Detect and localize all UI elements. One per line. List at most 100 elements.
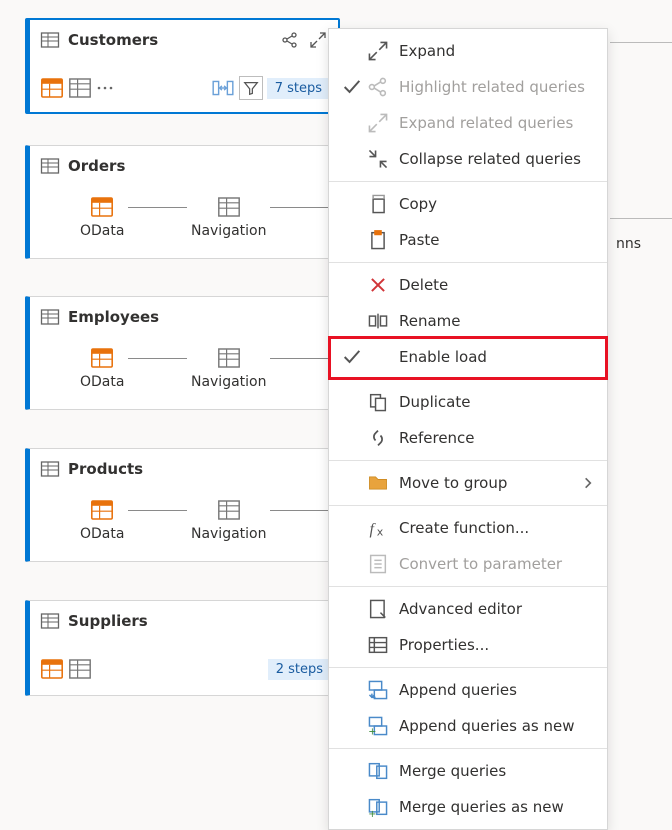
menu-separator <box>329 586 607 587</box>
menu-properties[interactable]: Properties... <box>329 627 607 663</box>
check-icon <box>341 76 363 98</box>
step-label: OData <box>80 223 124 239</box>
menu-append-queries[interactable]: Append queries <box>329 672 607 708</box>
more-icon[interactable] <box>96 78 114 98</box>
step-label: Navigation <box>191 223 267 239</box>
table-data-icon[interactable] <box>40 76 64 100</box>
delete-icon <box>367 274 389 296</box>
share-icon[interactable] <box>280 30 300 50</box>
table-icon <box>40 156 60 176</box>
merge-columns-icon[interactable] <box>211 76 235 100</box>
table-icon <box>40 459 60 479</box>
card-title: Products <box>68 460 329 478</box>
menu-append-queries-as-new[interactable]: + Append queries as new <box>329 708 607 744</box>
editor-icon <box>367 598 389 620</box>
connector-line <box>128 358 187 359</box>
expand-icon[interactable] <box>308 30 328 50</box>
menu-separator <box>329 748 607 749</box>
step-label: Navigation <box>191 526 267 542</box>
duplicate-icon <box>367 391 389 413</box>
table-icon <box>40 307 60 327</box>
table-icon <box>40 611 60 631</box>
svg-text:+: + <box>368 727 376 737</box>
svg-text:x: x <box>377 525 384 538</box>
parameter-icon <box>367 553 389 575</box>
menu-rename[interactable]: Rename <box>329 303 607 339</box>
query-card-products[interactable]: Products OData Navigation <box>25 448 340 562</box>
svg-text:f: f <box>369 521 376 538</box>
menu-convert-to-parameter[interactable]: Convert to parameter <box>329 546 607 582</box>
append-new-icon: + <box>367 715 389 737</box>
share-icon <box>367 76 389 98</box>
step-label: OData <box>80 526 124 542</box>
merge-icon <box>367 760 389 782</box>
connector-line <box>128 510 187 511</box>
menu-reference[interactable]: Reference <box>329 420 607 456</box>
chevron-right-icon <box>581 476 595 490</box>
menu-separator <box>329 460 607 461</box>
rename-icon <box>367 310 389 332</box>
card-title: Suppliers <box>68 612 329 630</box>
odata-icon <box>90 498 114 522</box>
menu-separator <box>329 262 607 263</box>
menu-separator <box>329 505 607 506</box>
steps-badge[interactable]: 7 steps <box>267 78 330 99</box>
folder-icon <box>367 472 389 494</box>
context-menu: Expand Highlight related queries Expand … <box>328 28 608 830</box>
connector-line <box>128 207 187 208</box>
reference-icon <box>367 427 389 449</box>
navigation-icon <box>217 195 241 219</box>
menu-copy[interactable]: Copy <box>329 186 607 222</box>
copy-icon <box>367 193 389 215</box>
menu-paste[interactable]: Paste <box>329 222 607 258</box>
menu-separator <box>329 181 607 182</box>
navigation-icon <box>217 498 241 522</box>
table-data-icon[interactable] <box>40 657 64 681</box>
connector-line <box>270 207 329 208</box>
connector-line <box>270 358 329 359</box>
properties-icon <box>367 634 389 656</box>
table-outline-icon[interactable] <box>68 76 92 100</box>
query-card-suppliers[interactable]: Suppliers 2 steps <box>25 600 340 696</box>
menu-advanced-editor[interactable]: Advanced editor <box>329 591 607 627</box>
table-outline-icon[interactable] <box>68 657 92 681</box>
odata-icon <box>90 195 114 219</box>
check-icon <box>341 346 363 368</box>
menu-duplicate[interactable]: Duplicate <box>329 384 607 420</box>
steps-badge[interactable]: 2 steps <box>268 659 331 680</box>
step-label: Navigation <box>191 374 267 390</box>
card-title: Customers <box>68 31 272 49</box>
filter-icon[interactable] <box>239 76 263 100</box>
menu-highlight-related[interactable]: Highlight related queries <box>329 69 607 105</box>
connector-line <box>610 218 672 219</box>
step-label: OData <box>80 374 124 390</box>
query-card-customers[interactable]: Customers 7 steps <box>25 18 340 114</box>
menu-expand[interactable]: Expand <box>329 33 607 69</box>
menu-move-to-group[interactable]: Move to group <box>329 465 607 501</box>
menu-expand-related[interactable]: Expand related queries <box>329 105 607 141</box>
odata-icon <box>90 346 114 370</box>
append-icon <box>367 679 389 701</box>
menu-merge-queries-as-new[interactable]: + Merge queries as new <box>329 789 607 825</box>
function-icon: fx <box>367 517 389 539</box>
menu-create-function[interactable]: fx Create function... <box>329 510 607 546</box>
expand-icon <box>367 40 389 62</box>
paste-icon <box>367 229 389 251</box>
merge-new-icon: + <box>367 796 389 818</box>
query-card-orders[interactable]: Orders OData Navigation <box>25 145 340 259</box>
menu-separator <box>329 379 607 380</box>
menu-delete[interactable]: Delete <box>329 267 607 303</box>
query-card-employees[interactable]: Employees OData Navigation <box>25 296 340 410</box>
menu-collapse-related[interactable]: Collapse related queries <box>329 141 607 177</box>
navigation-icon <box>217 346 241 370</box>
partial-label: nns <box>616 236 641 252</box>
card-title: Employees <box>68 308 329 326</box>
connector-line <box>610 42 672 43</box>
menu-separator <box>329 667 607 668</box>
table-icon <box>40 30 60 50</box>
connector-line <box>270 510 329 511</box>
menu-enable-load[interactable]: Enable load <box>329 339 607 375</box>
card-title: Orders <box>68 157 329 175</box>
collapse-icon <box>367 148 389 170</box>
menu-merge-queries[interactable]: Merge queries <box>329 753 607 789</box>
